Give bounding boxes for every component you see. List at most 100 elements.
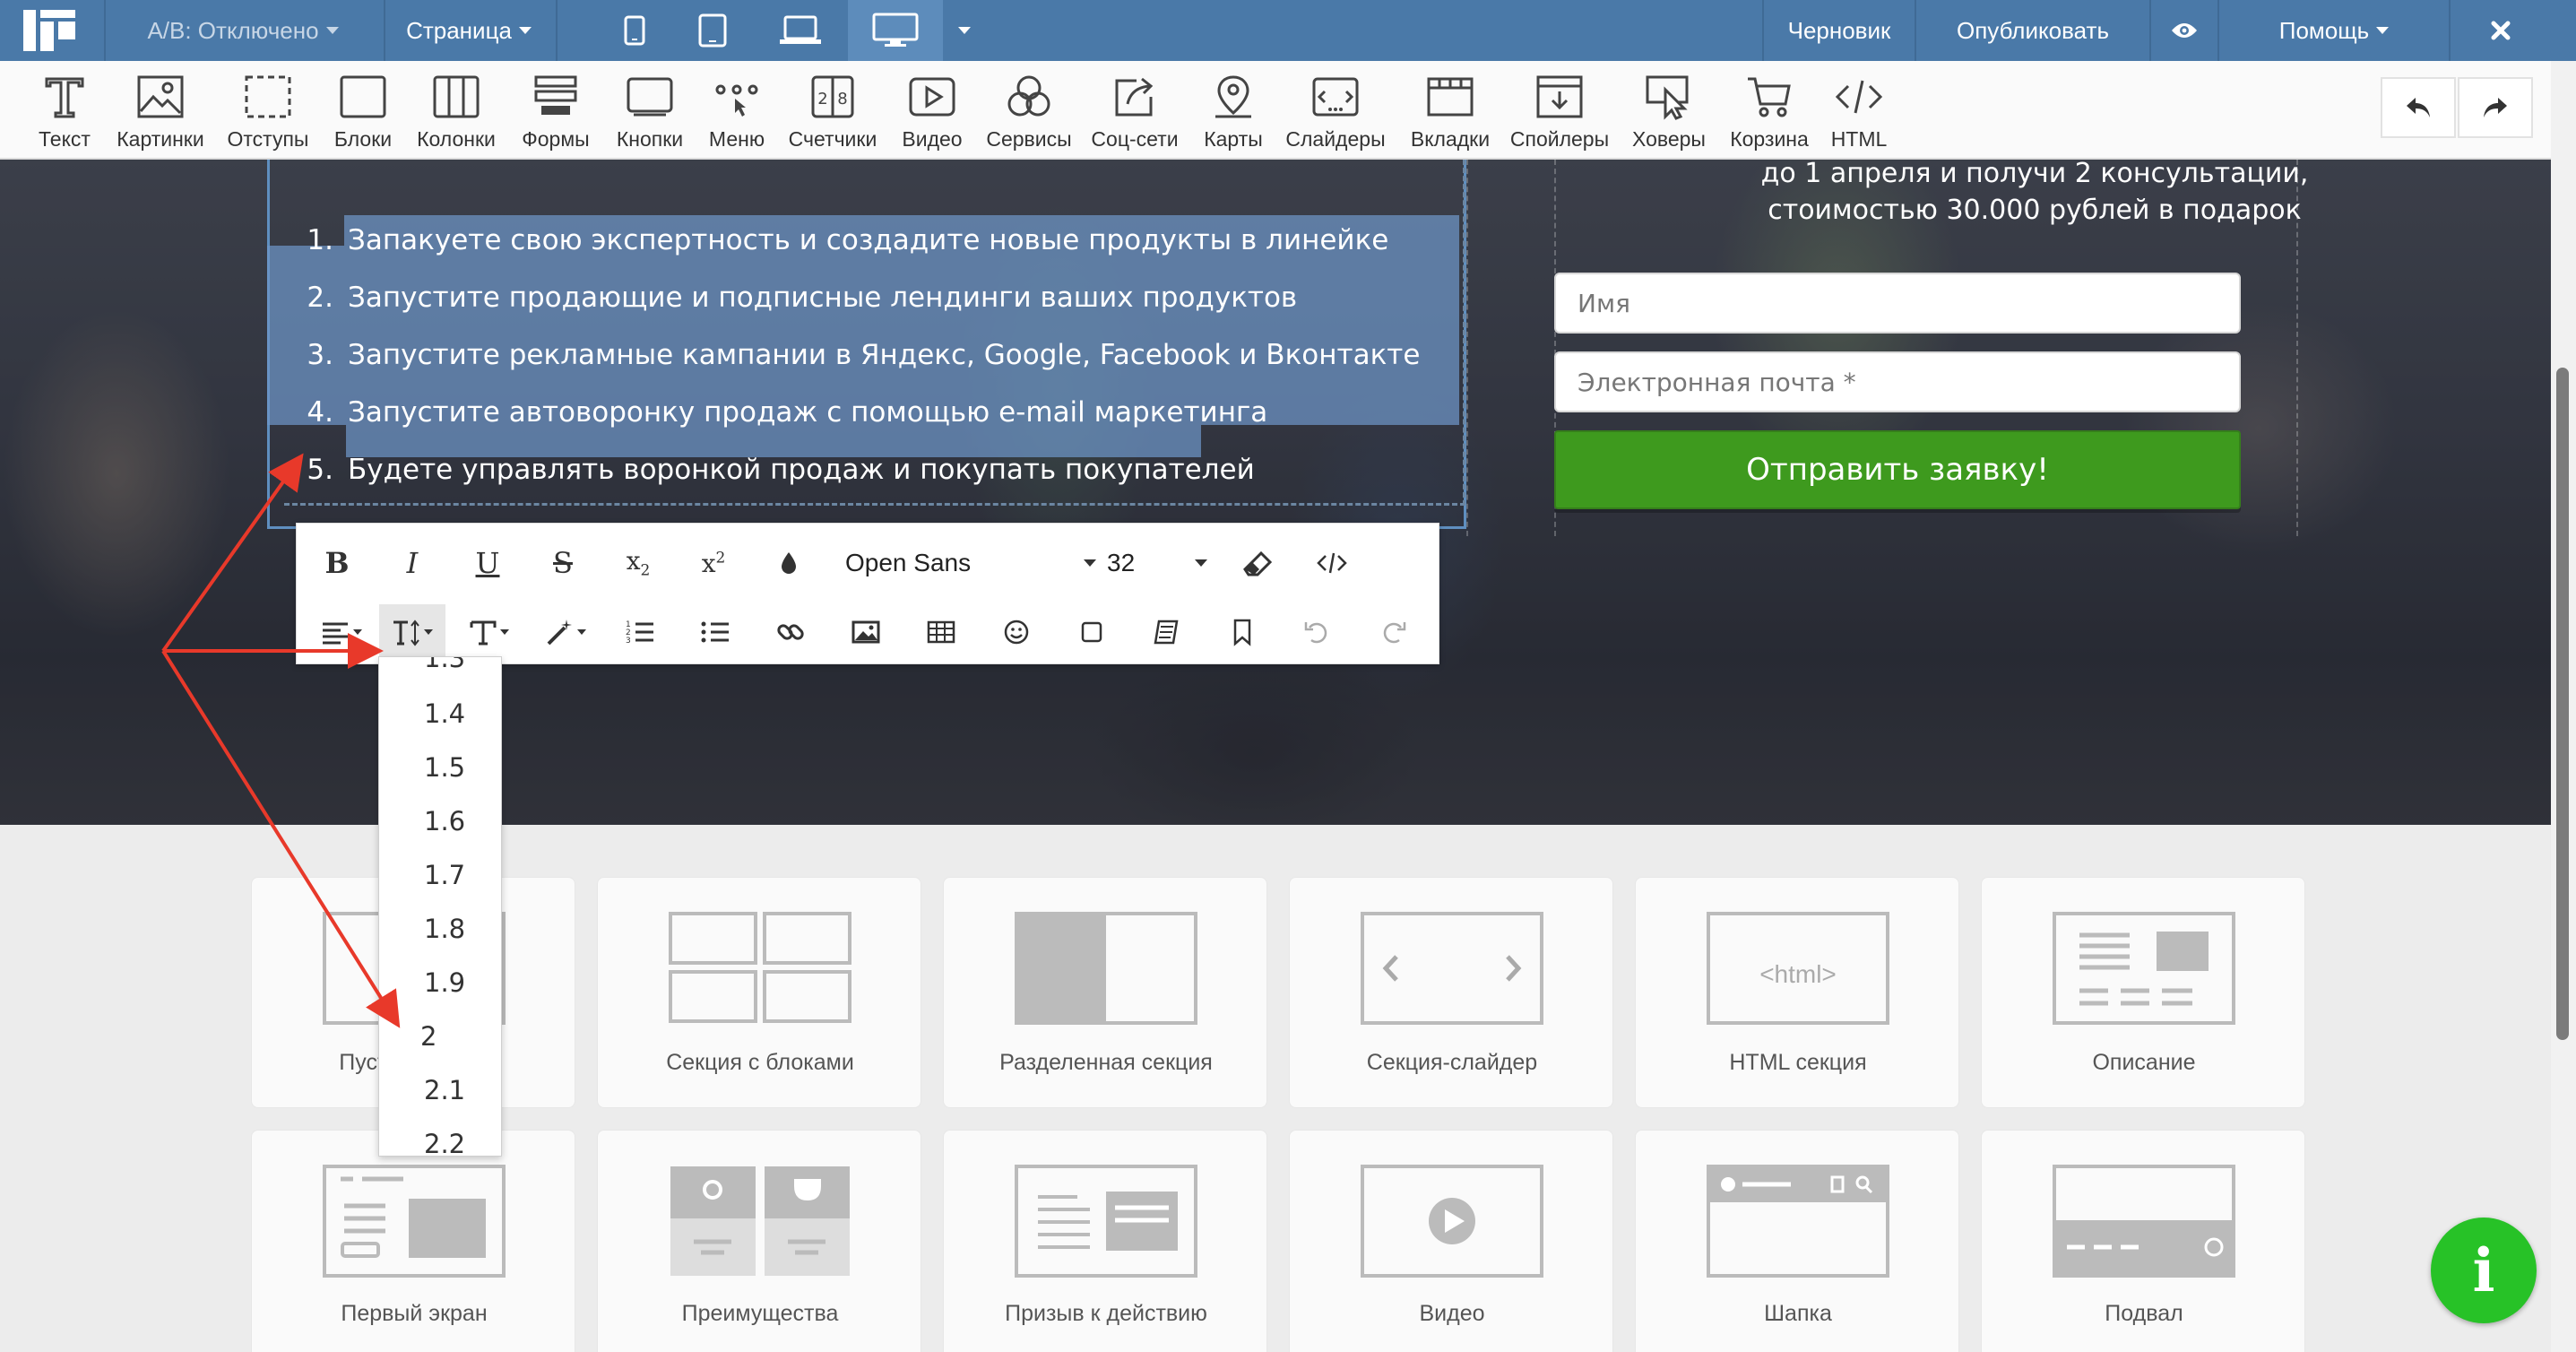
tabs-icon [1427, 77, 1474, 117]
list-item[interactable]: 3. Запустите рекламные кампании в Яндекс,… [292, 339, 1420, 371]
bookmark-button[interactable] [1215, 604, 1270, 660]
line-height-option[interactable]: 1.3 [424, 657, 465, 673]
widget-menu[interactable]: Меню [697, 61, 776, 158]
line-height-option[interactable]: 1.7 [424, 860, 465, 890]
code-view-button[interactable] [1304, 535, 1360, 591]
widget-tabs[interactable]: Вкладки [1404, 61, 1497, 158]
text-style-dropdown[interactable] [456, 604, 521, 660]
widget-video[interactable]: Видео [889, 61, 975, 158]
align-dropdown[interactable] [309, 604, 374, 660]
insert-table-button[interactable] [913, 604, 969, 660]
effects-dropdown[interactable] [533, 604, 598, 660]
logo[interactable] [0, 0, 99, 61]
line-height-dropdown[interactable] [379, 604, 445, 660]
device-laptop[interactable] [758, 0, 843, 61]
chevron-down-icon [2376, 27, 2390, 34]
widget-images[interactable]: Картинки [111, 61, 210, 158]
widget-spacing[interactable]: Отступы [219, 61, 317, 158]
line-height-option[interactable]: 2 [420, 1021, 437, 1052]
widget-social[interactable]: Соц-сети [1085, 61, 1185, 158]
line-height-option[interactable]: 2.1 [424, 1075, 465, 1105]
undo-button[interactable] [2381, 77, 2456, 138]
page-scrollbar-thumb[interactable] [2556, 368, 2569, 1040]
clear-format-button[interactable] [1231, 535, 1286, 591]
superscript-button[interactable]: x2 [686, 535, 741, 591]
devices-more-dropdown[interactable] [947, 0, 982, 61]
widget-html[interactable]: HTML [1825, 61, 1893, 158]
strikethrough-icon: S [553, 546, 573, 580]
widget-hovers[interactable]: Ховеры [1626, 61, 1712, 158]
bullet-list-button[interactable] [687, 604, 743, 660]
device-desktop[interactable] [848, 0, 943, 61]
redo-button[interactable] [2458, 77, 2533, 138]
widget-sliders[interactable]: Слайдеры [1284, 61, 1387, 158]
form-icon [534, 75, 577, 115]
widget-maps[interactable]: Карты [1190, 61, 1276, 158]
list-item[interactable]: 4. Запустите автоворонку продаж с помощью… [292, 396, 1267, 429]
section-card-description[interactable]: Описание [1981, 877, 2305, 1108]
preview-button[interactable] [2151, 0, 2217, 61]
email-field[interactable]: Электронная почта * [1554, 351, 2241, 412]
section-card-split[interactable]: Разделенная секция [943, 877, 1267, 1108]
line-height-option[interactable]: 1.4 [424, 698, 465, 729]
line-height-option[interactable]: 1.6 [424, 806, 465, 836]
help-dropdown[interactable]: Помощь [2219, 0, 2449, 61]
undo-text-button[interactable] [1290, 604, 1345, 660]
section-card-html[interactable]: <html> HTML секция [1635, 877, 1959, 1108]
text-color-button[interactable] [761, 535, 817, 591]
device-phone[interactable] [597, 0, 672, 61]
list-text: Запустите продающие и подписные лендинги… [348, 282, 1298, 314]
list-item[interactable]: 5. Будете управлять воронкой продаж и пок… [292, 454, 1254, 486]
italic-button[interactable]: I [385, 535, 440, 591]
line-height-option[interactable]: 1.9 [424, 967, 465, 998]
info-button[interactable]: i [2431, 1218, 2537, 1323]
top-bar: А/B: Отключено Страница Черновик Опублик… [0, 0, 2576, 61]
link-button[interactable] [763, 604, 818, 660]
ordered-list-button[interactable]: 123 [612, 604, 668, 660]
strikethrough-button[interactable]: S [535, 535, 591, 591]
subscript-button[interactable]: x2 [610, 535, 666, 591]
widget-cart[interactable]: Корзина [1726, 61, 1812, 158]
page-dropdown[interactable]: Страница [385, 0, 552, 61]
section-card-video[interactable]: Видео [1289, 1130, 1613, 1352]
line-height-option[interactable]: 1.5 [424, 752, 465, 783]
redo-text-button[interactable] [1365, 604, 1421, 660]
insert-book-button[interactable] [1139, 604, 1195, 660]
section-card-advantages[interactable]: Преимущества [597, 1130, 921, 1352]
ab-test-dropdown[interactable]: А/B: Отключено [106, 0, 380, 61]
widget-counters[interactable]: 28 Счетчики [783, 61, 882, 158]
bold-button[interactable]: B [309, 535, 365, 591]
publish-button[interactable]: Опубликовать [1916, 0, 2149, 61]
section-card-slider[interactable]: Секция-слайдер [1289, 877, 1613, 1108]
section-card-footer[interactable]: Подвал [1981, 1130, 2305, 1352]
section-card-first-screen[interactable]: Первый экран [251, 1130, 575, 1352]
underline-button[interactable]: U [460, 535, 515, 591]
line-height-option[interactable]: 1.8 [424, 914, 465, 944]
draft-button[interactable]: Черновик [1764, 0, 1915, 61]
widget-label: Кнопки [616, 127, 684, 151]
widget-columns[interactable]: Колонки [409, 61, 504, 158]
widget-buttons[interactable]: Кнопки [608, 61, 692, 158]
insert-image-button[interactable] [838, 604, 894, 660]
section-card-blocks[interactable]: Секция с блоками [597, 877, 921, 1108]
line-height-option[interactable]: 2.2 [424, 1129, 465, 1156]
widget-blocks[interactable]: Блоки [323, 61, 403, 158]
section-card-cta[interactable]: Призыв к действию [943, 1130, 1267, 1352]
form-caption-line2: стоимостью 30.000 рублей в подарок [1768, 195, 2302, 226]
widget-spoilers[interactable]: Спойлеры [1509, 61, 1610, 158]
font-size-select[interactable]: 32 [1107, 542, 1207, 585]
insert-button-button[interactable] [1064, 604, 1119, 660]
list-item[interactable]: 1. Запакуете свою экспертность и создадит… [292, 224, 1388, 256]
emoji-button[interactable] [989, 604, 1044, 660]
name-field[interactable]: Имя [1554, 273, 2241, 334]
columns-icon [433, 75, 480, 118]
font-family-select[interactable]: Open Sans [845, 542, 1096, 585]
list-item[interactable]: 2. Запустите продающие и подписные лендин… [292, 282, 1297, 314]
widget-text[interactable]: Текст [23, 61, 106, 158]
close-button[interactable] [2451, 0, 2551, 61]
section-card-header[interactable]: Шапка [1635, 1130, 1959, 1352]
submit-button[interactable]: Отправить заявку! [1554, 430, 2241, 509]
device-tablet[interactable] [672, 0, 753, 61]
widget-forms[interactable]: Формы [513, 61, 599, 158]
widget-services[interactable]: Сервисы [982, 61, 1076, 158]
